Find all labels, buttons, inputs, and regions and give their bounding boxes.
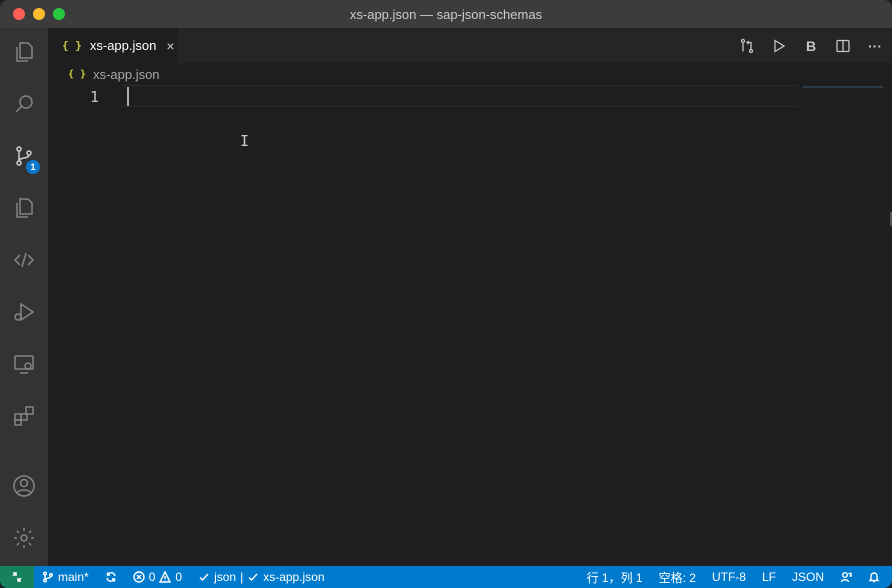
extensions-icon[interactable] <box>0 392 48 440</box>
feedback-icon <box>840 572 852 583</box>
run-icon[interactable] <box>770 37 788 55</box>
breadcrumb: { } xs-app.json <box>48 63 892 85</box>
language-mode[interactable]: JSON <box>784 566 832 588</box>
branch-name: main* <box>58 570 89 584</box>
bold-button[interactable]: B <box>802 37 820 55</box>
copy-files-icon[interactable] <box>0 184 48 232</box>
open-changes-icon[interactable] <box>738 37 756 55</box>
settings-gear-icon[interactable] <box>0 514 48 562</box>
title-bar: xs-app.json — sap-json-schemas <box>0 0 892 28</box>
json-validation-status[interactable]: json | xs-app.json <box>190 566 333 588</box>
current-line-highlight <box>122 85 798 107</box>
line-number: 1 <box>90 88 100 106</box>
feedback-button[interactable] <box>832 566 860 588</box>
editor-actions: B ··· <box>738 28 884 63</box>
remote-explorer-icon[interactable] <box>0 340 48 388</box>
close-window-button[interactable] <box>13 8 25 20</box>
activity-bar: 1 <box>0 28 48 566</box>
indentation-status[interactable]: 空格: 2 <box>651 566 704 588</box>
status-separator: | <box>240 570 244 584</box>
check-icon <box>199 573 209 582</box>
source-control-icon[interactable]: 1 <box>0 132 48 180</box>
sync-icon <box>106 572 116 582</box>
run-debug-icon[interactable] <box>0 288 48 336</box>
file-check-label: xs-app.json <box>263 570 325 584</box>
problems-status[interactable]: 0 0 <box>125 566 190 588</box>
json-file-icon: { } <box>68 68 87 80</box>
branch-status[interactable]: main* <box>34 566 97 588</box>
git-branch-icon <box>43 571 53 583</box>
vscode-window: xs-app.json — sap-json-schemas 1 {} xs-… <box>0 0 892 588</box>
tab-close-icon[interactable]: × <box>166 38 174 54</box>
mouse-ibeam-icon: I <box>240 132 250 150</box>
warning-count: 0 <box>175 570 183 584</box>
error-count: 0 <box>148 570 156 584</box>
json-check-label: json <box>214 570 237 584</box>
eol-status[interactable]: LF <box>754 566 784 588</box>
status-bar-right: 行 1，列 1 空格: 2 UTF-8 LF JSON <box>579 566 892 588</box>
minimap-viewport[interactable] <box>803 86 883 88</box>
bell-icon <box>868 572 880 583</box>
window-title: xs-app.json — sap-json-schemas <box>349 6 543 22</box>
text-cursor <box>127 87 129 106</box>
source-control-badge: 1 <box>26 160 40 174</box>
editor-area[interactable]: 1 I <box>48 85 892 566</box>
accounts-icon[interactable] <box>0 462 48 510</box>
minimize-window-button[interactable] <box>33 8 45 20</box>
window-controls <box>13 8 65 20</box>
tab-xs-app-json[interactable]: { } xs-app.json × <box>48 28 178 63</box>
code-icon[interactable] <box>0 236 48 284</box>
encoding-status[interactable]: UTF-8 <box>704 566 754 588</box>
remote-indicator[interactable] <box>0 566 34 588</box>
error-icon <box>132 571 145 583</box>
status-bar: main* 0 0 json | xs-app.json 行 1，列 1 空格:… <box>0 566 892 588</box>
more-actions-icon[interactable]: ··· <box>866 37 884 55</box>
warning-icon <box>159 571 172 583</box>
json-file-icon: { } <box>62 39 82 52</box>
explorer-icon[interactable] <box>0 28 48 76</box>
split-editor-icon[interactable] <box>834 37 852 55</box>
tab-label: xs-app.json <box>89 38 157 53</box>
search-icon[interactable] <box>0 80 48 128</box>
maximize-window-button[interactable] <box>53 8 65 20</box>
breadcrumb-file[interactable]: xs-app.json <box>93 67 159 82</box>
notifications-button[interactable] <box>860 566 888 588</box>
tab-bar: { } xs-app.json × B ··· <box>48 28 892 63</box>
sync-button[interactable] <box>97 566 125 588</box>
check-icon <box>248 573 258 582</box>
cursor-position[interactable]: 行 1，列 1 <box>579 566 651 588</box>
